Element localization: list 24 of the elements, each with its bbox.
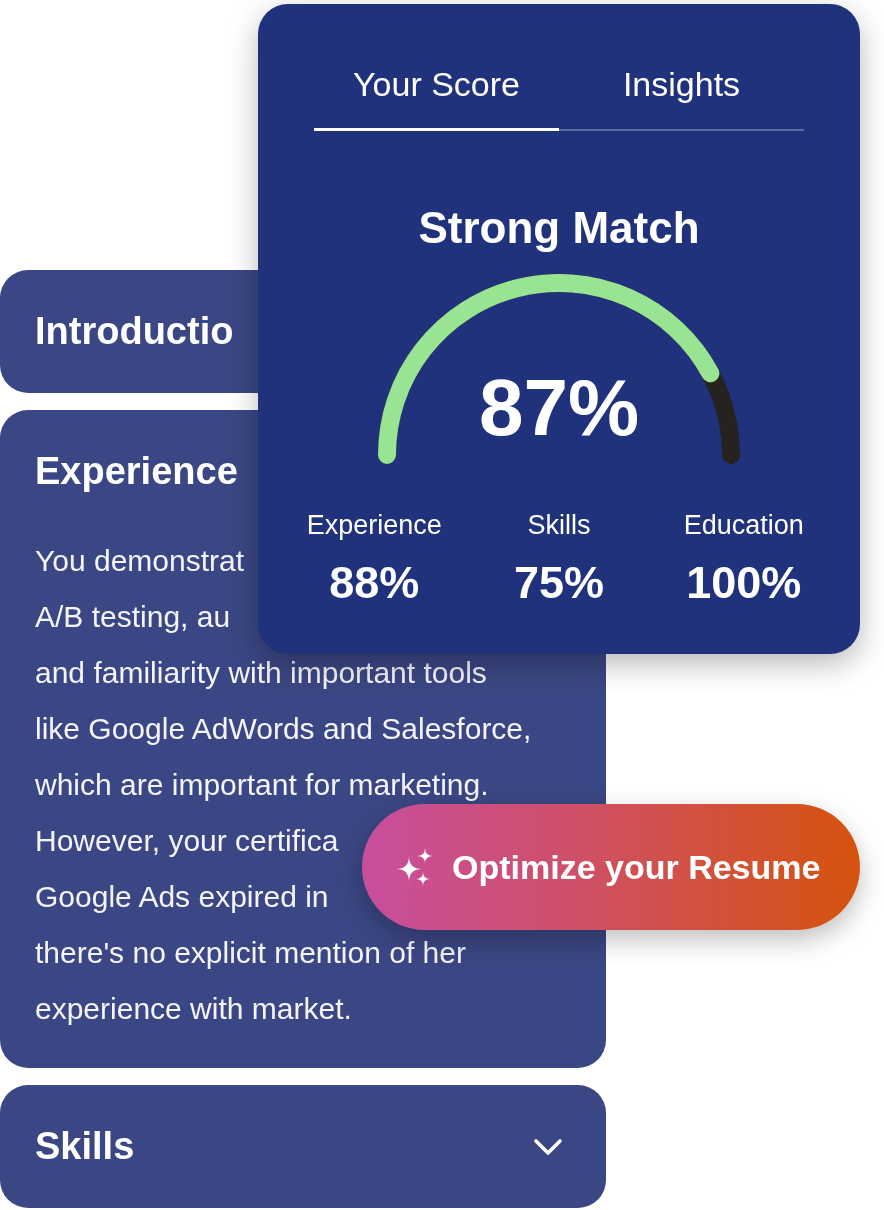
body-text-line: which are important for marketing.: [35, 767, 489, 803]
category-label: Experience: [306, 510, 442, 540]
body-text-line: and familiarity with important tools: [35, 655, 487, 691]
tab[interactable]: Your Score: [314, 51, 559, 131]
body-text-line: like Google AdWords and Salesforce,: [35, 711, 532, 747]
tab[interactable]: Insights: [559, 51, 804, 131]
category-score: 75%: [513, 558, 605, 608]
score-percent: 87%: [478, 363, 640, 453]
body-text-line: Google Ads expired in: [35, 879, 329, 915]
category-label: Skills: [527, 510, 591, 540]
section-title: Skills: [35, 1126, 135, 1167]
match-title: Strong Match: [418, 204, 700, 252]
body-text-line: there's no explicit mention of her: [35, 935, 466, 971]
optimize-button[interactable]: Optimize your Resume: [362, 804, 860, 930]
category-label: Education: [683, 510, 804, 540]
body-text-line: You demonstrat: [35, 543, 245, 579]
section-title: Experience: [35, 451, 238, 492]
body-text-line: However, your certifica: [35, 823, 339, 859]
body-text-line: A/B testing, au: [35, 599, 231, 635]
chevron-down-icon[interactable]: [533, 1137, 563, 1156]
section-title: Introductio: [35, 311, 234, 352]
body-text-line: experience with market.: [35, 991, 352, 1027]
category-score: 88%: [329, 558, 420, 608]
category-score: 100%: [686, 558, 802, 608]
